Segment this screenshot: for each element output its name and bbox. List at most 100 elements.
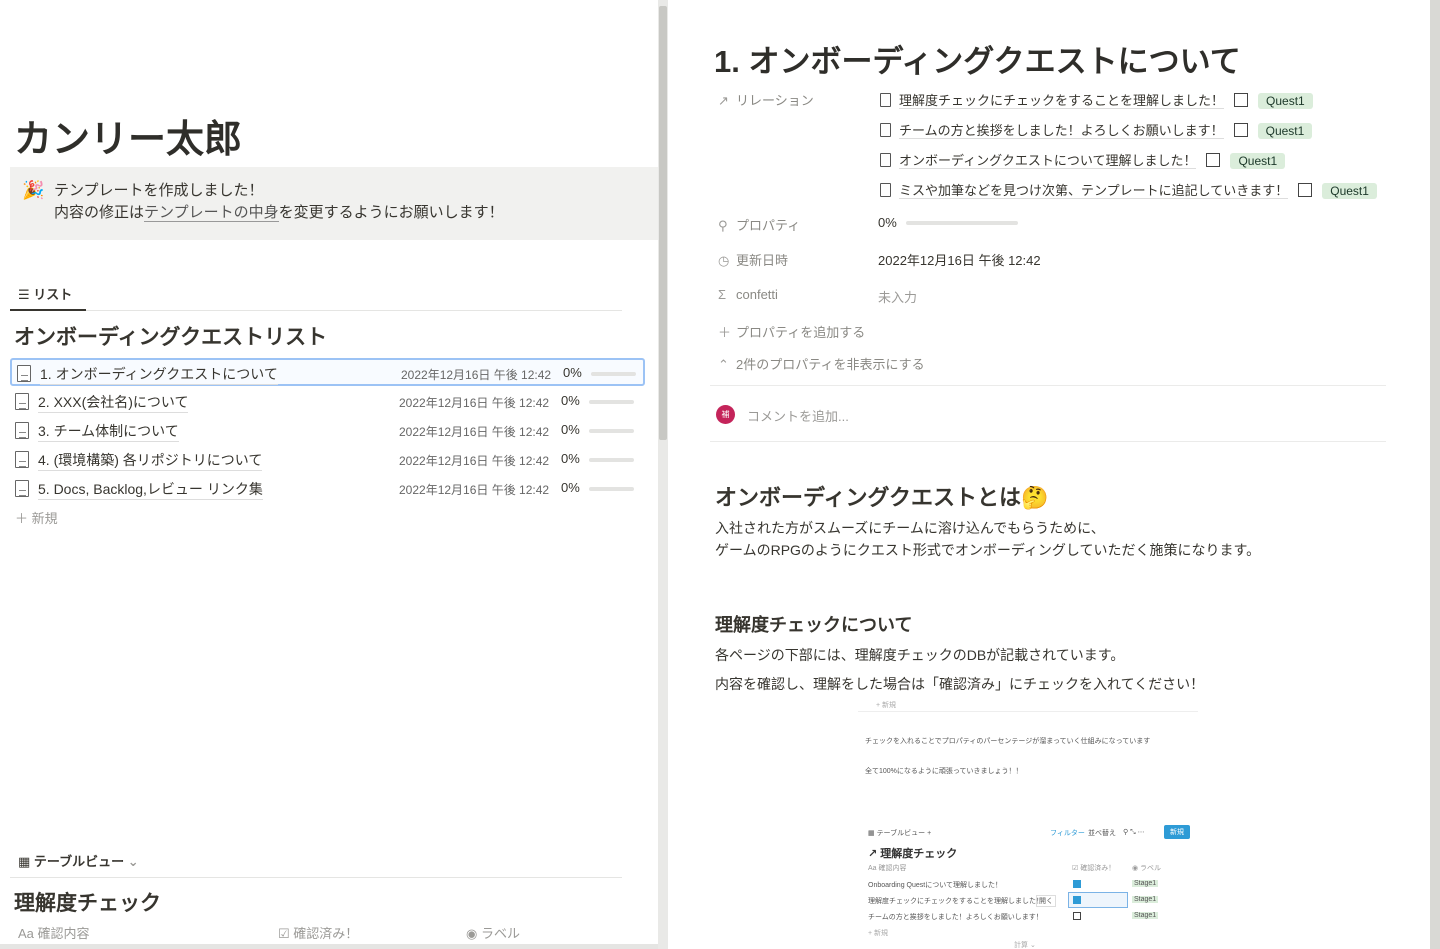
embed-text: 開く xyxy=(1036,895,1056,907)
list-item[interactable]: 3. チーム体制について 2022年12月16日 午後 12:42 0% xyxy=(10,417,645,445)
page-icon xyxy=(880,153,891,167)
embed-text: チームの方と挨拶をしました！よろしくお願いします！ xyxy=(868,914,1043,921)
column-header[interactable]: ◉ ラベル xyxy=(466,923,520,942)
tab-label: テーブルビュー xyxy=(33,854,125,869)
item-progress: 0% xyxy=(561,480,580,495)
plus-icon: ＋ xyxy=(718,325,732,340)
clock-icon: ◷ xyxy=(718,253,730,268)
embed-checkbox-checked xyxy=(1073,880,1081,888)
template-link[interactable]: テンプレートの中身 xyxy=(144,204,279,222)
checkbox[interactable] xyxy=(1298,183,1313,197)
new-item-button[interactable]: ＋ 新規 xyxy=(15,508,58,527)
plus-icon: ＋ xyxy=(15,511,32,526)
window-edge xyxy=(1430,0,1440,949)
sigma-icon: Σ xyxy=(718,287,727,302)
callout-text: 内容の修正は xyxy=(54,204,145,221)
property-label: confetti xyxy=(736,287,778,302)
tag: Quest1 xyxy=(1258,93,1313,109)
list-item[interactable]: 1. オンボーディングクエストについて 2022年12月16日 午後 12:42 0… xyxy=(10,358,645,386)
list-item[interactable]: 4. (環境構築) 各リポジトリについて 2022年12月16日 午後 12:42… xyxy=(10,446,645,474)
embed-text: テーブルビュー xyxy=(876,830,926,837)
property-confetti[interactable]: Σconfetti xyxy=(718,287,778,302)
column-header[interactable]: Aa 確認内容 xyxy=(18,923,90,942)
table-title: 理解度チェック xyxy=(14,892,161,915)
search-icon: ⚲ xyxy=(718,218,728,233)
embed-text: + 新規 xyxy=(876,702,897,709)
tab-list[interactable]: ☰ リスト xyxy=(18,284,72,303)
list-icon: ☰ xyxy=(18,287,34,302)
divider xyxy=(710,385,1386,386)
item-progress: 0% xyxy=(561,393,580,408)
checkbox[interactable] xyxy=(1234,93,1249,107)
embed-text: 並べ替え xyxy=(1088,830,1116,837)
property-relation[interactable]: ↗ リレーション xyxy=(718,90,814,109)
tab-table-view[interactable]: ▦ テーブルビュー ⌄ xyxy=(18,851,139,870)
item-name[interactable]: 4. (環境構築) 各リポジトリについて xyxy=(38,450,263,471)
document-icon xyxy=(17,365,31,382)
progress-bar xyxy=(589,487,634,491)
list-item[interactable]: 5. Docs, Backlog,レビュー リンク集 2022年12月16日 午後… xyxy=(10,475,645,503)
progress-bar xyxy=(589,458,634,462)
progress-bar xyxy=(589,429,634,433)
divider xyxy=(710,441,1386,442)
item-date: 2022年12月16日 午後 12:42 xyxy=(399,454,550,468)
embed-text: Aa 確認内容 xyxy=(868,865,907,872)
column-label: 確認内容 xyxy=(37,926,90,941)
new-label: 新規 xyxy=(31,511,58,526)
item-name[interactable]: 2. XXX(会社名)について xyxy=(38,392,189,413)
divider xyxy=(858,711,1198,712)
embed-tag: Stage1 xyxy=(1132,896,1159,903)
paragraph: 内容を確認し、理解をした場合は「確認済み」にチェックを入れてください！ xyxy=(715,676,1205,692)
scrollbar-thumb[interactable] xyxy=(659,6,667,440)
item-name[interactable]: 1. オンボーディングクエストについて xyxy=(40,364,278,385)
item-date: 2022年12月16日 午後 12:42 xyxy=(401,368,552,382)
relation-item[interactable]: ミスや加筆などを見つけ次第、テンプレートに追記していきます！ Quest1 xyxy=(880,180,1377,199)
right-page: 1. オンボーディングクエストについて ↗ リレーション 理解度チェックにチェック… xyxy=(668,0,1430,949)
embed-title: ↗ 理解度チェック xyxy=(868,848,958,860)
relation-title[interactable]: 理解度チェックにチェックをすることを理解しました！ xyxy=(899,93,1225,109)
select-icon: ◉ xyxy=(466,926,478,941)
document-icon xyxy=(15,393,29,410)
item-name[interactable]: 3. チーム体制について xyxy=(38,421,179,442)
relation-title[interactable]: ミスや加筆などを見つけ次第、テンプレートに追記していきます！ xyxy=(899,183,1289,199)
item-progress: 0% xyxy=(561,422,580,437)
checkbox[interactable] xyxy=(1233,123,1248,137)
embed-checkbox-checked xyxy=(1073,896,1081,904)
embed-text: ☑ 確認済み！ xyxy=(1072,865,1116,872)
page-icon xyxy=(880,183,891,197)
page-title: カンリー太郎 xyxy=(14,119,243,161)
property-value[interactable]: 未入力 xyxy=(878,287,917,306)
horizontal-scrollbar[interactable] xyxy=(0,944,658,949)
document-icon xyxy=(15,451,29,468)
list-item[interactable]: 2. XXX(会社名)について 2022年12月16日 午後 12:42 0% xyxy=(10,388,645,416)
embed-text: 計算 ⌄ xyxy=(1014,942,1036,949)
hide-properties-button[interactable]: ⌃ 2件のプロパティを非表示にする xyxy=(718,354,925,373)
add-property-button[interactable]: ＋ プロパティを追加する xyxy=(718,322,865,341)
embed-text: 理解度チェックにチェックをすることを理解しました！ xyxy=(868,898,1043,905)
relation-item[interactable]: チームの方と挨拶をしました！よろしくお願いします！ Quest1 xyxy=(880,120,1313,139)
checkbox-icon: ☑ xyxy=(278,926,290,941)
text-icon: Aa xyxy=(18,926,34,941)
page-title: 1. オンボーディングクエストについて xyxy=(714,44,1241,79)
item-date: 2022年12月16日 午後 12:42 xyxy=(399,425,550,439)
column-header[interactable]: ☑ 確認済み！ xyxy=(278,923,358,942)
avatar: 補 xyxy=(716,405,735,424)
embed-text: Onboarding Questについて理解しました！ xyxy=(868,882,1002,889)
property-updated[interactable]: ◷ 更新日時 xyxy=(718,250,788,269)
callout: 🎉 テンプレートを作成しました！ 内容の修正はテンプレートの中身を変更するように… xyxy=(10,167,658,240)
embed-checkbox xyxy=(1073,912,1081,920)
relation-item[interactable]: オンボーディングクエストについて理解しました！ Quest1 xyxy=(880,150,1286,169)
comment-input[interactable]: コメントを追加... xyxy=(747,406,849,425)
item-progress: 0% xyxy=(561,451,580,466)
relation-title[interactable]: チームの方と挨拶をしました！よろしくお願いします！ xyxy=(899,123,1224,139)
divider xyxy=(10,877,622,878)
arrow-up-right-icon: ↗ xyxy=(718,93,729,108)
property-progress[interactable]: ⚲ プロパティ xyxy=(718,215,800,234)
checkbox[interactable] xyxy=(1206,153,1221,167)
property-value: 2022年12月16日 午後 12:42 xyxy=(878,253,1041,268)
relation-title[interactable]: オンボーディングクエストについて理解しました！ xyxy=(899,153,1197,169)
paragraph: 入社された方がスムーズにチームに溶け込んでもらうために、 xyxy=(715,520,1105,536)
property-label: 更新日時 xyxy=(736,253,789,268)
relation-item[interactable]: 理解度チェックにチェックをすることを理解しました！ Quest1 xyxy=(880,90,1313,109)
item-name[interactable]: 5. Docs, Backlog,レビュー リンク集 xyxy=(38,479,263,500)
